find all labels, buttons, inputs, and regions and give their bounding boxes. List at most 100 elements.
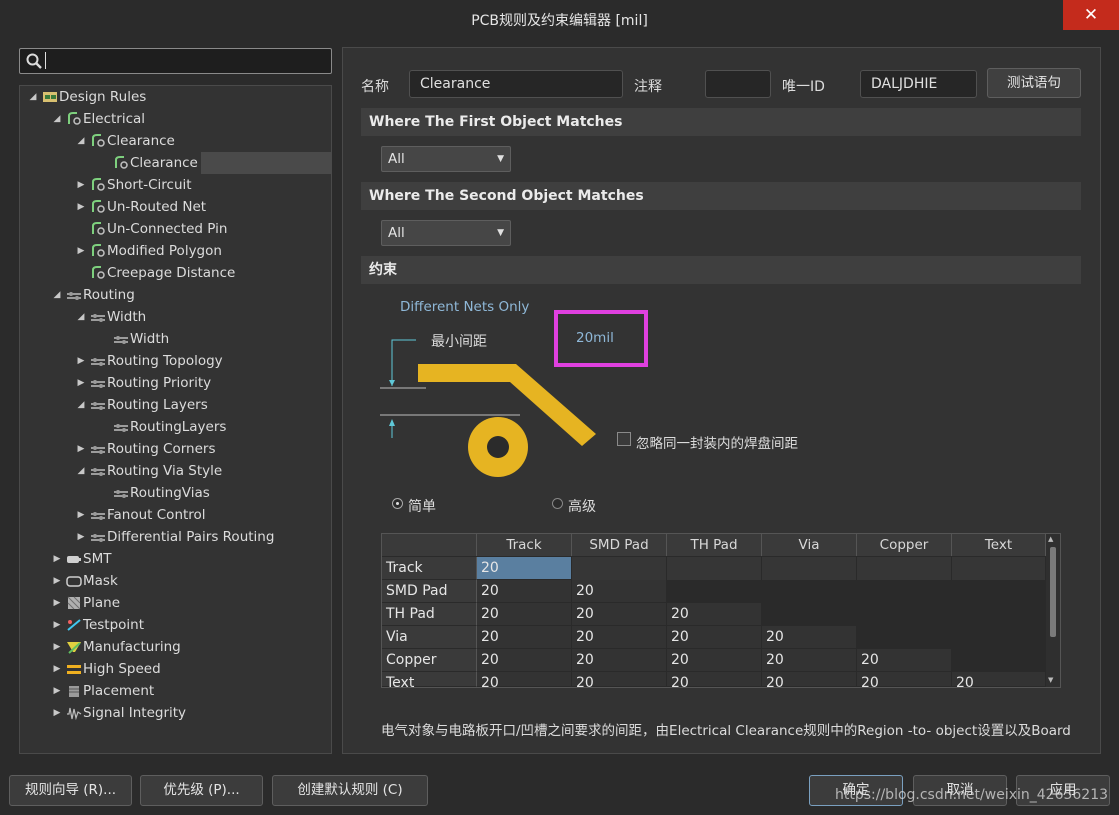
- expand-arrow-icon[interactable]: ▶: [76, 438, 86, 460]
- expand-arrow-icon[interactable]: ▶: [76, 174, 86, 196]
- tree-item[interactable]: ▶ Modified Polygon: [20, 240, 331, 262]
- priority-button[interactable]: 优先级 (P)...: [140, 775, 263, 806]
- tree-item[interactable]: Width: [20, 328, 331, 350]
- comment-field[interactable]: [705, 70, 771, 98]
- name-field[interactable]: Clearance: [409, 70, 623, 98]
- mode-advanced-radio[interactable]: [552, 498, 563, 509]
- matrix-cell[interactable]: 20: [762, 626, 857, 649]
- clearance-diagram: [380, 339, 596, 477]
- tree-item[interactable]: RoutingLayers: [20, 416, 331, 438]
- tree-item[interactable]: ◢ Electrical: [20, 108, 331, 130]
- matrix-scrollbar[interactable]: ▲ ▼: [1046, 534, 1060, 687]
- matrix-cell[interactable]: 20: [762, 672, 857, 691]
- matrix-cell[interactable]: 20: [857, 672, 952, 691]
- uid-field[interactable]: DALJDHIE: [860, 70, 977, 98]
- expand-arrow-icon[interactable]: ▶: [76, 240, 86, 262]
- first-match-select[interactable]: All ▼: [381, 146, 511, 172]
- tree-item[interactable]: ▶ Manufacturing: [20, 636, 331, 658]
- tree-item[interactable]: ▶ Routing Corners: [20, 438, 331, 460]
- routing-icon: [91, 314, 105, 322]
- tree-item[interactable]: Clearance: [115, 152, 331, 174]
- matrix-cell[interactable]: 20: [572, 580, 667, 603]
- scroll-up-icon[interactable]: ▲: [1048, 535, 1053, 543]
- expand-arrow-icon[interactable]: ▶: [52, 680, 62, 702]
- tree-item[interactable]: ▶ Plane: [20, 592, 331, 614]
- collapse-arrow-icon[interactable]: ◢: [52, 284, 62, 306]
- tree-item[interactable]: ◢ Width: [20, 306, 331, 328]
- collapse-arrow-icon[interactable]: ◢: [76, 460, 86, 482]
- tree-item[interactable]: Creepage Distance: [20, 262, 331, 284]
- matrix-cell[interactable]: 20: [477, 626, 572, 649]
- expand-arrow-icon[interactable]: ▶: [76, 350, 86, 372]
- matrix-cell[interactable]: 20: [572, 649, 667, 672]
- search-input[interactable]: [19, 48, 332, 74]
- tree-item[interactable]: ▶ SMT: [20, 548, 331, 570]
- scroll-down-icon[interactable]: ▼: [1048, 676, 1053, 684]
- expand-arrow-icon[interactable]: ▶: [52, 658, 62, 680]
- scrollbar-thumb[interactable]: [1050, 547, 1056, 637]
- expand-arrow-icon[interactable]: ▶: [52, 592, 62, 614]
- matrix-cell[interactable]: 20: [667, 672, 762, 691]
- tree-item[interactable]: Un-Connected Pin: [20, 218, 331, 240]
- tree-item[interactable]: RoutingVias: [20, 482, 331, 504]
- tree-item[interactable]: ▶ Placement: [20, 680, 331, 702]
- first-match-value: All: [388, 151, 405, 167]
- ignore-pads-checkbox[interactable]: [617, 432, 631, 446]
- matrix-cell[interactable]: 20: [952, 672, 1046, 691]
- matrix-cell-empty: [857, 580, 952, 603]
- matrix-cell[interactable]: 20: [667, 603, 762, 626]
- routing-icon: [91, 534, 105, 542]
- tree-item[interactable]: ◢ Clearance: [20, 130, 331, 152]
- tree-item[interactable]: ▶ Routing Topology: [20, 350, 331, 372]
- matrix-cell[interactable]: 20: [572, 672, 667, 691]
- matrix-cell[interactable]: 20: [477, 603, 572, 626]
- second-match-select[interactable]: All ▼: [381, 220, 511, 246]
- create-default-rules-button[interactable]: 创建默认规则 (C): [272, 775, 428, 806]
- collapse-arrow-icon[interactable]: ◢: [28, 86, 38, 108]
- matrix-cell[interactable]: 20: [667, 649, 762, 672]
- collapse-arrow-icon[interactable]: ◢: [76, 306, 86, 328]
- tree-item[interactable]: ▶ Testpoint: [20, 614, 331, 636]
- tree-item[interactable]: ▶ High Speed: [20, 658, 331, 680]
- tree-item[interactable]: ▶ Differential Pairs Routing: [20, 526, 331, 548]
- expand-arrow-icon[interactable]: ▶: [76, 526, 86, 548]
- tree-item[interactable]: ▶ Signal Integrity: [20, 702, 331, 724]
- tree-item[interactable]: ▶ Fanout Control: [20, 504, 331, 526]
- tree-item[interactable]: ▶ Un-Routed Net: [20, 196, 331, 218]
- matrix-cell[interactable]: 20: [477, 580, 572, 603]
- expand-arrow-icon[interactable]: ▶: [76, 504, 86, 526]
- expand-arrow-icon[interactable]: ▶: [52, 614, 62, 636]
- expand-arrow-icon[interactable]: ▶: [52, 570, 62, 592]
- matrix-row-header: Copper: [382, 649, 477, 672]
- expand-arrow-icon[interactable]: ▶: [52, 702, 62, 724]
- matrix-cell[interactable]: 20: [572, 603, 667, 626]
- expand-arrow-icon[interactable]: ▶: [76, 372, 86, 394]
- matrix-cell[interactable]: 20: [477, 557, 572, 580]
- tree-item[interactable]: ◢ Design Rules: [20, 86, 331, 108]
- tree-item[interactable]: ▶ Mask: [20, 570, 331, 592]
- collapse-arrow-icon[interactable]: ◢: [76, 394, 86, 416]
- expand-arrow-icon[interactable]: ▶: [52, 548, 62, 570]
- tree-item[interactable]: ▶ Short-Circuit: [20, 174, 331, 196]
- rule-wizard-button[interactable]: 规则向导 (R)...: [9, 775, 132, 806]
- collapse-arrow-icon[interactable]: ◢: [52, 108, 62, 130]
- tree-item[interactable]: ◢ Routing Via Style: [20, 460, 331, 482]
- mode-simple-radio[interactable]: [392, 498, 403, 509]
- expand-arrow-icon[interactable]: ▶: [52, 636, 62, 658]
- matrix-cell[interactable]: 20: [572, 626, 667, 649]
- test-query-button[interactable]: 测试语句: [987, 68, 1081, 98]
- matrix-cell[interactable]: 20: [857, 649, 952, 672]
- tree-item[interactable]: ◢ Routing Layers: [20, 394, 331, 416]
- net-scope-label[interactable]: Different Nets Only: [400, 299, 529, 315]
- rule-icon: [92, 266, 105, 279]
- matrix-cell[interactable]: 20: [477, 672, 572, 691]
- matrix-cell[interactable]: 20: [477, 649, 572, 672]
- matrix-cell[interactable]: 20: [667, 626, 762, 649]
- collapse-arrow-icon[interactable]: ◢: [76, 130, 86, 152]
- matrix-cell[interactable]: 20: [762, 649, 857, 672]
- tree-item[interactable]: ▶ Routing Priority: [20, 372, 331, 394]
- tree-item[interactable]: ◢ Routing: [20, 284, 331, 306]
- expand-arrow-icon[interactable]: ▶: [76, 196, 86, 218]
- close-button[interactable]: ✕: [1063, 0, 1119, 30]
- tree-item-label: Routing Layers: [107, 397, 208, 413]
